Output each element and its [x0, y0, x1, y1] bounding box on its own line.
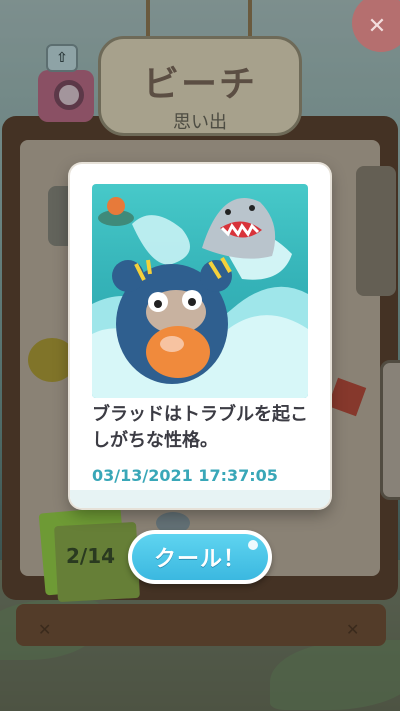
cool-button[interactable]: クール！ — [128, 530, 272, 584]
album-frame — [380, 360, 400, 500]
camera-lens — [54, 80, 84, 110]
shark-chase-illustration — [92, 197, 308, 398]
lemon-decoration — [28, 338, 76, 382]
sign-subtitle: 思い出 — [173, 112, 227, 133]
album-item — [356, 166, 396, 296]
memory-caption: ブラッドはトラブルを起こしがちな性格。 — [92, 404, 308, 451]
memory-timestamp: 03/13/2021 17:37:05 — [92, 466, 278, 485]
album-board-bottom — [16, 604, 386, 646]
button-shine — [248, 540, 258, 550]
bolt-icon: ✕ — [346, 620, 360, 639]
sign-title: ビーチ — [142, 64, 257, 105]
share-icon: ⇧ — [56, 50, 68, 66]
memory-photo — [92, 184, 308, 398]
bolt-icon: ✕ — [38, 620, 52, 639]
share-button[interactable]: ⇧ — [46, 44, 78, 72]
close-icon: ✕ — [367, 13, 387, 39]
cool-button-label: クール！ — [132, 534, 268, 580]
memory-card-footer — [70, 490, 330, 508]
page-counter: 2/14 — [66, 544, 116, 568]
